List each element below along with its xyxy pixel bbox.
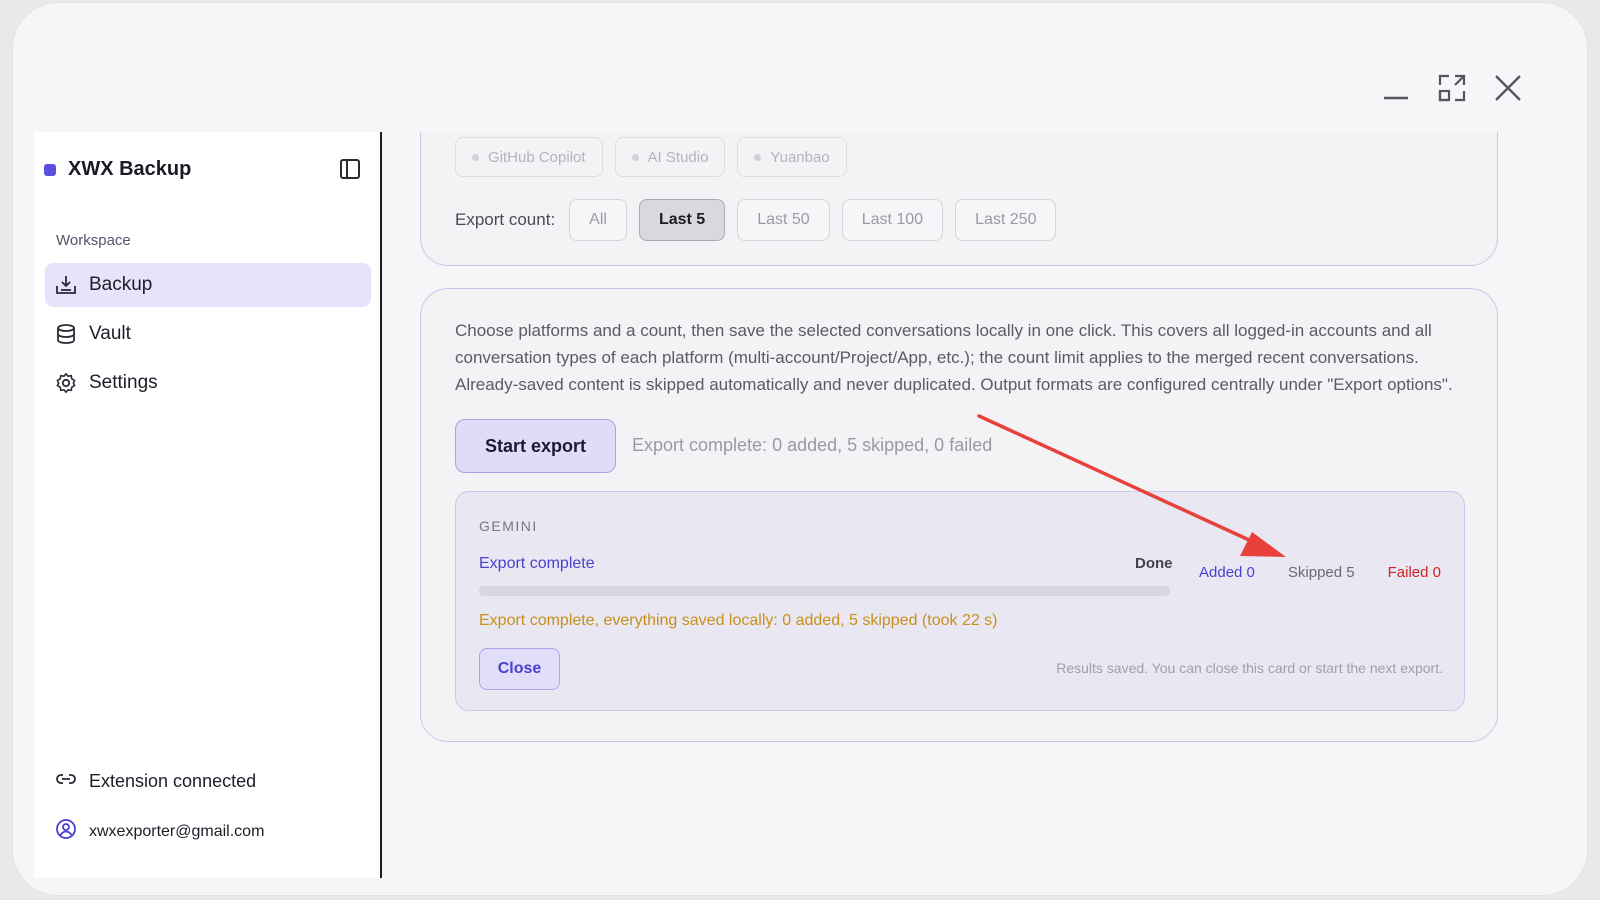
count-option-last-50[interactable]: Last 50	[737, 199, 830, 241]
sidebar-panel-icon	[340, 159, 360, 179]
chip-label: GitHub Copilot	[488, 148, 586, 166]
export-status-text: Export complete: 0 added, 5 skipped, 0 f…	[632, 435, 993, 455]
status-dot	[472, 153, 479, 161]
gear-icon	[55, 372, 77, 394]
user-circle-icon	[55, 818, 77, 845]
sidebar-item-vault[interactable]: Vault	[45, 312, 371, 356]
progress-bar-fill	[479, 586, 1170, 596]
chip-label: AI Studio	[647, 148, 709, 166]
sidebar: XWX Backup Workspace Backup Vault Settin…	[34, 132, 382, 878]
export-stats: Added 0 Skipped 5 Failed 0	[1199, 564, 1441, 581]
platform-chip-github-copilot[interactable]: GitHub Copilot	[455, 137, 603, 177]
stat-added: Added 0	[1199, 564, 1255, 581]
app-title: XWX Backup	[68, 158, 192, 180]
export-card: Choose platforms and a count, then save …	[420, 288, 1498, 742]
maximize-button[interactable]	[1435, 71, 1469, 105]
sidebar-item-settings[interactable]: Settings	[45, 361, 371, 405]
stat-failed: Failed 0	[1387, 564, 1441, 581]
close-icon	[1495, 75, 1521, 101]
sidebar-item-backup[interactable]: Backup	[45, 263, 371, 307]
status-dot	[754, 153, 762, 161]
sidebar-item-label: Settings	[89, 372, 158, 393]
platform-chip-yuanbao[interactable]: Yuanbao	[737, 137, 847, 177]
minimize-icon	[1384, 96, 1408, 100]
expand-icon	[1438, 74, 1466, 102]
download-tray-icon	[55, 274, 77, 296]
platform-card: GitHub Copilot AI Studio Yuanbao Export …	[420, 132, 1498, 266]
extension-status-label: Extension connected	[89, 771, 257, 791]
brand: XWX Backup	[44, 158, 191, 181]
progress-status: Export complete	[479, 555, 595, 572]
export-count-selector: Export count: All Last 5 Last 50 Last 10…	[455, 199, 1057, 241]
account-email: xwxexporter@gmail.com	[89, 822, 265, 840]
sidebar-toggle-button[interactable]	[339, 158, 365, 184]
count-option-last-250[interactable]: Last 250	[955, 199, 1057, 241]
close-window-button[interactable]	[1491, 71, 1525, 105]
sidebar-item-label: Vault	[89, 323, 131, 344]
status-dot	[631, 153, 639, 161]
result-hint: Results saved. You can close this card o…	[1056, 660, 1443, 676]
progress-done-label: Done	[1135, 555, 1173, 572]
main-content: GitHub Copilot AI Studio Yuanbao Export …	[382, 132, 1577, 892]
platform-chips: GitHub Copilot AI Studio Yuanbao	[455, 137, 847, 177]
export-count-label: Export count:	[455, 210, 556, 229]
sidebar-item-label: Backup	[89, 274, 153, 295]
result-message: Export complete, everything saved locall…	[479, 612, 998, 629]
extension-status[interactable]: Extension connected	[55, 768, 256, 795]
close-card-button[interactable]: Close	[479, 648, 560, 690]
platform-chip-ai-studio[interactable]: AI Studio	[614, 137, 726, 177]
section-label-workspace: Workspace	[56, 232, 131, 249]
count-option-last-100[interactable]: Last 100	[841, 199, 944, 241]
brand-logo	[44, 163, 56, 176]
chip-label: Yuanbao	[770, 148, 830, 166]
sidebar-nav: Backup Vault Settings	[45, 263, 371, 410]
database-icon	[55, 323, 77, 345]
count-option-last-5[interactable]: Last 5	[638, 199, 726, 241]
account-item[interactable]: xwxexporter@gmail.com	[55, 818, 264, 845]
progress-bar	[479, 586, 1170, 596]
stat-skipped: Skipped 5	[1287, 564, 1355, 581]
minimize-button[interactable]	[1379, 71, 1413, 105]
platform-progress-card: GEMINI Export complete Done Added 0 Skip…	[455, 491, 1465, 711]
count-option-all[interactable]: All	[569, 199, 627, 241]
window-controls	[1379, 71, 1525, 105]
link-icon	[55, 768, 77, 795]
start-export-button[interactable]: Start export	[455, 419, 616, 473]
platform-name: GEMINI	[479, 518, 538, 534]
app-window: XWX Backup Workspace Backup Vault Settin…	[12, 2, 1588, 896]
export-description: Choose platforms and a count, then save …	[455, 321, 1453, 394]
